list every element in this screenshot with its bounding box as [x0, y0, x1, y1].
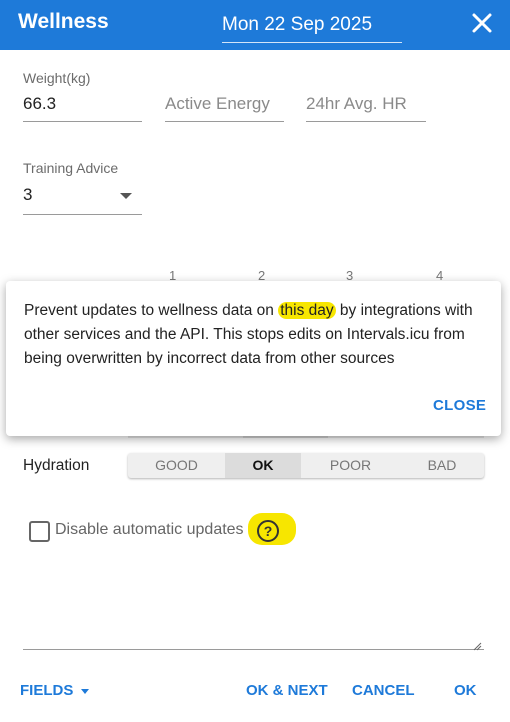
popup-text: Prevent updates to wellness data on this…: [24, 302, 473, 367]
close-icon[interactable]: [470, 11, 494, 35]
help-icon[interactable]: ?: [257, 520, 279, 542]
active-energy-underline: [165, 121, 284, 122]
popup-close-button[interactable]: CLOSE: [433, 397, 486, 414]
hydration-option-poor[interactable]: POOR: [301, 453, 400, 478]
ok-next-button[interactable]: OK & NEXT: [246, 682, 328, 699]
hydration-label: Hydration: [23, 457, 90, 474]
weight-underline: [23, 121, 142, 122]
chevron-down-icon[interactable]: [120, 193, 132, 199]
avg-hr-input[interactable]: 24hr Avg. HR: [306, 94, 407, 114]
fields-button[interactable]: FIELDS: [20, 682, 89, 699]
caret-down-icon: [80, 688, 89, 694]
hydration-option-ok[interactable]: OK: [225, 453, 301, 478]
cancel-button[interactable]: CANCEL: [352, 682, 415, 699]
training-advice-label: Training Advice: [23, 160, 119, 176]
training-advice-underline: [23, 214, 142, 215]
date-field[interactable]: Mon 22 Sep 2025: [222, 14, 372, 36]
hydration-option-bad[interactable]: BAD: [400, 453, 484, 478]
weight-label: Weight(kg): [23, 70, 91, 86]
ok-button[interactable]: OK: [454, 682, 477, 699]
notes-textarea-underline[interactable]: [23, 649, 484, 650]
disable-updates-checkbox[interactable]: [29, 521, 50, 542]
help-popup: Prevent updates to wellness data on this…: [6, 281, 501, 436]
dialog-title: Wellness: [18, 10, 109, 33]
resize-handle-icon[interactable]: [472, 638, 482, 651]
disable-updates-label[interactable]: Disable automatic updates: [55, 521, 244, 539]
date-field-underline: [222, 42, 402, 43]
training-advice-select[interactable]: 3: [23, 185, 32, 205]
popup-highlight: this day: [278, 302, 336, 319]
weight-input[interactable]: 66.3: [23, 94, 56, 114]
hydration-option-good[interactable]: GOOD: [128, 453, 225, 478]
fields-button-label: FIELDS: [20, 682, 74, 699]
active-energy-input[interactable]: Active Energy: [165, 94, 270, 114]
hydration-segment-control: GOOD OK POOR BAD: [128, 453, 484, 478]
avg-hr-underline: [306, 121, 426, 122]
